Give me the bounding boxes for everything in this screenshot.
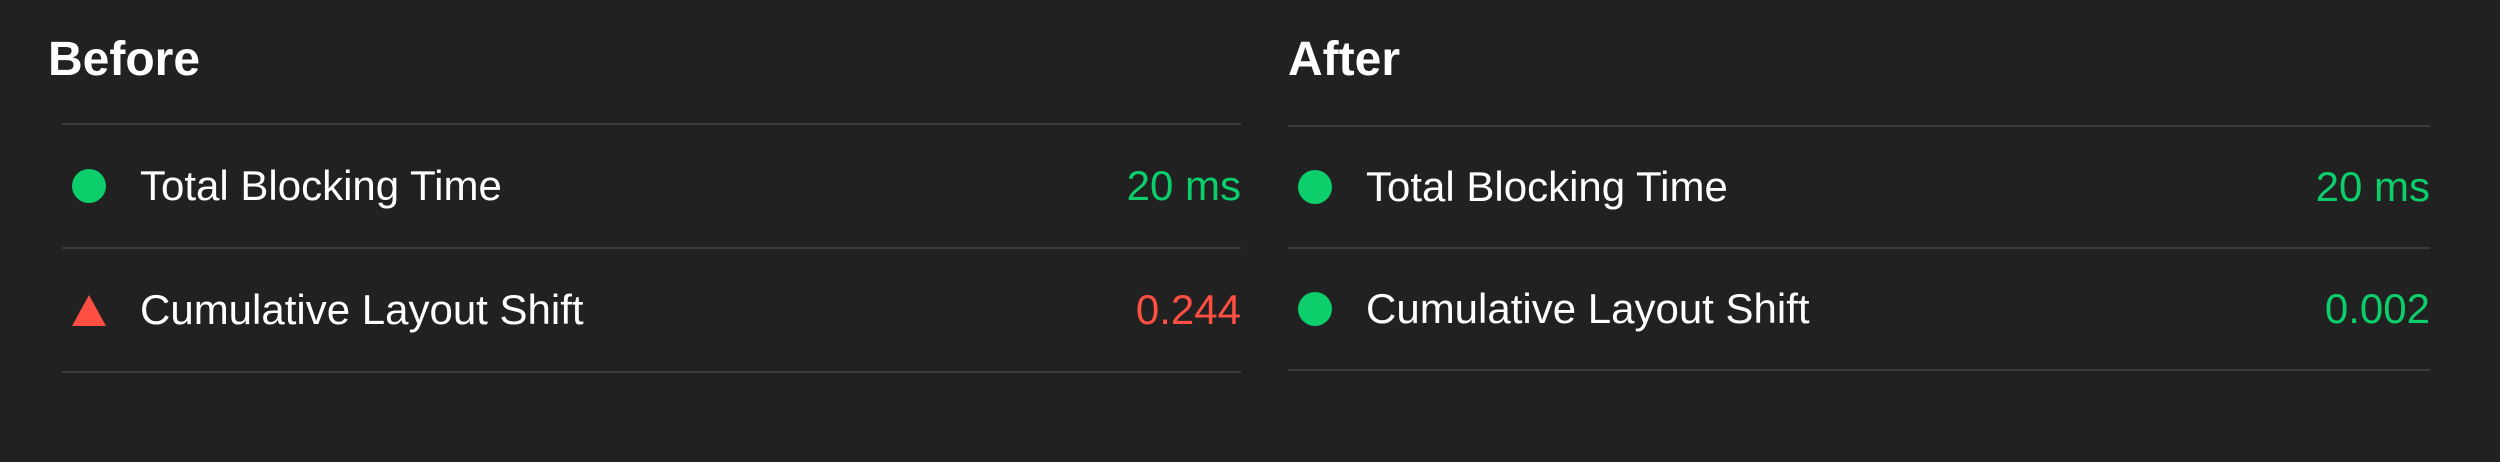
before-heading: Before <box>48 33 201 86</box>
after-heading: After <box>1288 33 1401 86</box>
metric-value: 20 ms <box>2315 163 2430 210</box>
metric-value: 20 ms <box>1126 162 1241 209</box>
green-circle-icon <box>1298 170 1332 204</box>
before-metrics-list: Total Blocking Time 20 ms Cumulative Lay… <box>62 123 1241 373</box>
metric-label: Cumulative Layout Shift <box>140 286 584 333</box>
after-metrics-list: Total Blocking Time 20 ms Cumulative Lay… <box>1288 125 2430 371</box>
metric-row-cumulative-layout-shift: Cumulative Layout Shift 0.002 <box>1288 247 2430 371</box>
metric-row-total-blocking-time: Total Blocking Time 20 ms <box>62 123 1241 247</box>
metric-label: Cumulative Layout Shift <box>1366 285 1810 332</box>
metric-row-total-blocking-time: Total Blocking Time 20 ms <box>1288 125 2430 247</box>
red-triangle-icon <box>72 294 106 326</box>
metric-value: 0.244 <box>1135 286 1241 333</box>
metric-label: Total Blocking Time <box>1366 163 1728 210</box>
green-circle-icon <box>1298 292 1332 326</box>
metric-value: 0.002 <box>2324 285 2430 332</box>
green-circle-icon <box>72 169 106 203</box>
metric-row-cumulative-layout-shift: Cumulative Layout Shift 0.244 <box>62 247 1241 373</box>
metric-label: Total Blocking Time <box>140 162 502 209</box>
